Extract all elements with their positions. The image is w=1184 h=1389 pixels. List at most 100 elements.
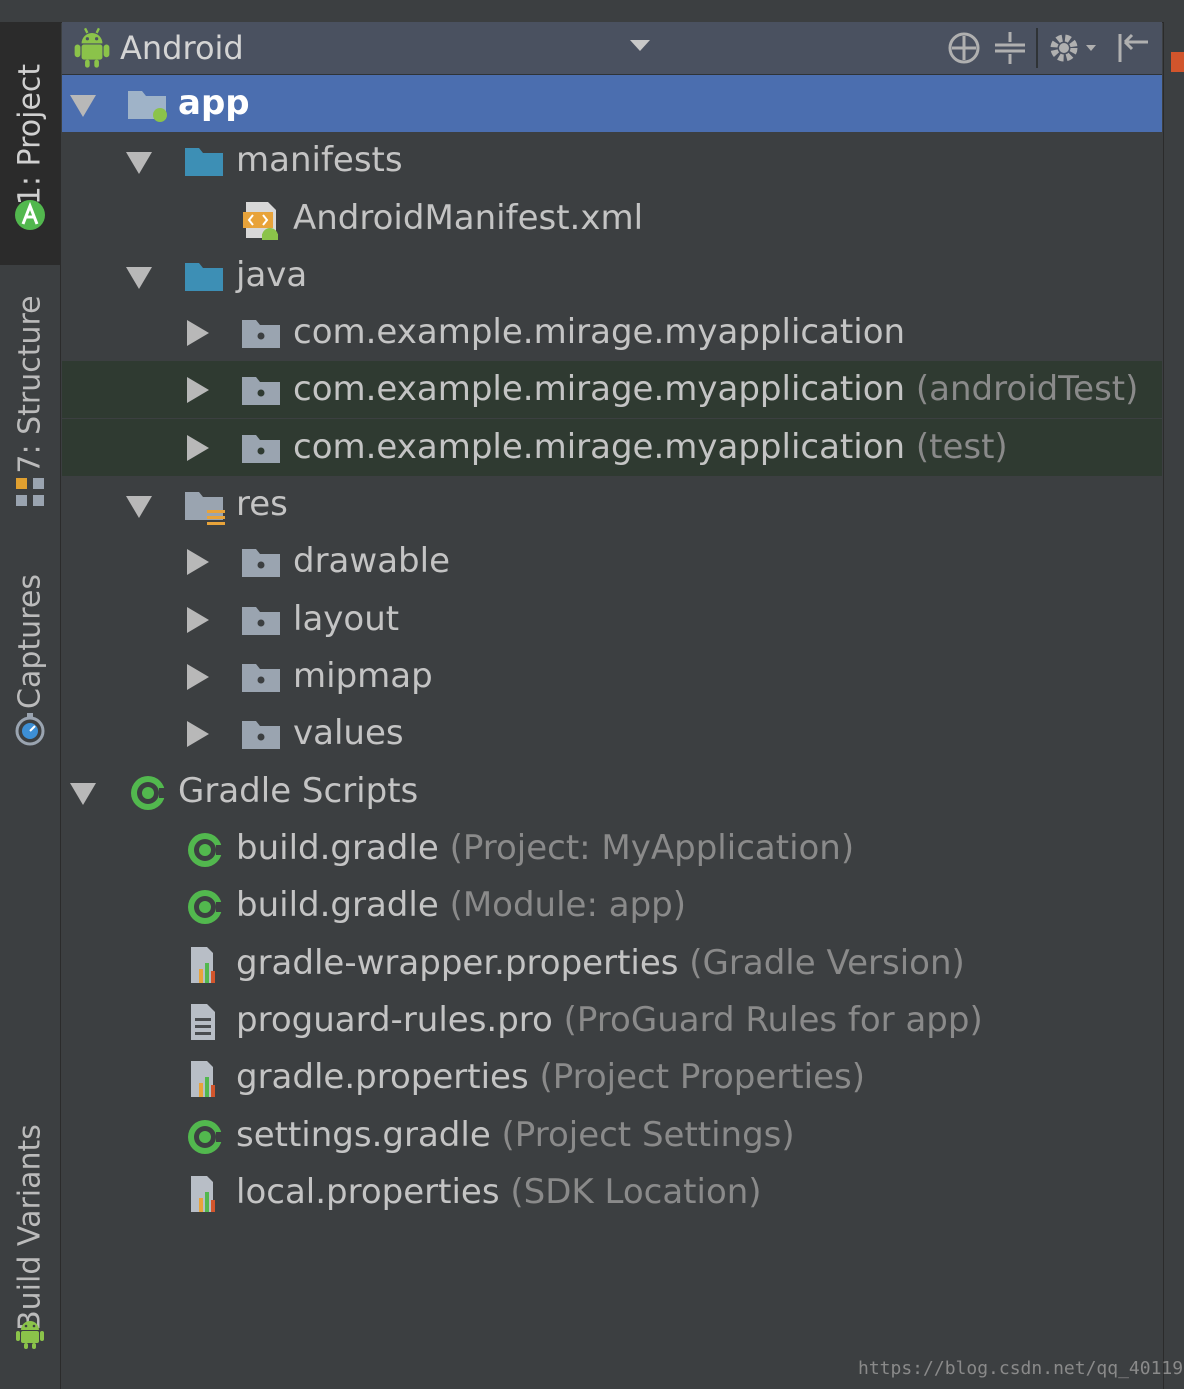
tool-window-sidebar: 1: Project 7: Structure Captures Build V… bbox=[0, 22, 61, 1389]
package-icon bbox=[242, 549, 280, 577]
tree-label: com.example.mirage.myapplication (androi… bbox=[293, 369, 1139, 409]
package-icon bbox=[242, 721, 280, 749]
tree-row-gradle-wrapper-properties[interactable]: gradle-wrapper.properties (Gradle Versio… bbox=[62, 935, 1162, 992]
tree-row-package-androidtest[interactable]: com.example.mirage.myapplication (androi… bbox=[62, 361, 1162, 418]
tree-row-androidmanifest[interactable]: AndroidManifest.xml bbox=[62, 190, 1162, 247]
gradle-icon bbox=[131, 776, 167, 810]
tree-row-app[interactable]: app bbox=[62, 75, 1162, 132]
expand-arrow[interactable] bbox=[183, 304, 209, 361]
tree-hint: (Project Properties) bbox=[539, 1057, 865, 1097]
tab-project-label: 1: Project bbox=[12, 63, 48, 206]
collapse-all-icon[interactable] bbox=[992, 30, 1028, 66]
tree-row-values[interactable]: values bbox=[62, 705, 1162, 762]
captures-icon bbox=[15, 713, 45, 746]
tree-row-manifests[interactable]: manifests bbox=[62, 132, 1162, 189]
tree-row-local-properties[interactable]: local.properties (SDK Location) bbox=[62, 1164, 1162, 1221]
folder-icon bbox=[185, 263, 223, 291]
tree-label: Gradle Scripts bbox=[178, 771, 419, 811]
properties-file-icon bbox=[191, 1176, 215, 1212]
expand-arrow[interactable] bbox=[126, 476, 152, 533]
expand-arrow[interactable] bbox=[183, 648, 209, 705]
tree-label: app bbox=[178, 83, 250, 123]
properties-file-icon bbox=[191, 1061, 215, 1097]
android-studio-icon bbox=[15, 200, 45, 230]
tree-label: layout bbox=[293, 599, 400, 639]
notification-marker bbox=[1171, 52, 1184, 72]
package-icon bbox=[242, 664, 280, 692]
tree-label: AndroidManifest.xml bbox=[293, 198, 644, 238]
resources-folder-icon bbox=[185, 492, 225, 525]
tree-row-gradle-properties[interactable]: gradle.properties (Project Properties) bbox=[62, 1049, 1162, 1106]
tree-row-mipmap[interactable]: mipmap bbox=[62, 648, 1162, 705]
locate-target-icon[interactable] bbox=[946, 30, 982, 66]
tree-label: settings.gradle (Project Settings) bbox=[236, 1115, 795, 1155]
android-robot-icon bbox=[16, 1321, 44, 1349]
tree-hint: (test) bbox=[915, 427, 1008, 467]
tree-label: build.gradle (Module: app) bbox=[236, 885, 687, 925]
top-title-strip bbox=[0, 0, 1184, 23]
expand-arrow[interactable] bbox=[183, 533, 209, 590]
tab-captures-label: Captures bbox=[12, 574, 48, 709]
tab-build-variants[interactable]: Build Variants bbox=[0, 1092, 60, 1382]
tree-row-build-gradle-module[interactable]: build.gradle (Module: app) bbox=[62, 877, 1162, 934]
tree-label: com.example.mirage.myapplication bbox=[293, 312, 906, 352]
tree-label: proguard-rules.pro (ProGuard Rules for a… bbox=[236, 1000, 983, 1040]
tab-captures[interactable]: Captures bbox=[0, 562, 60, 777]
tree-row-res[interactable]: res bbox=[62, 476, 1162, 533]
tree-label: manifests bbox=[236, 140, 403, 180]
tree-label: mipmap bbox=[293, 656, 433, 696]
gradle-icon bbox=[188, 890, 224, 924]
expand-arrow[interactable] bbox=[183, 705, 209, 762]
tree-hint: (Module: app) bbox=[449, 885, 687, 925]
expand-arrow[interactable] bbox=[126, 247, 152, 304]
tab-build-variants-label: Build Variants bbox=[12, 1124, 48, 1331]
tree-row-drawable[interactable]: drawable bbox=[62, 533, 1162, 590]
folder-icon bbox=[185, 148, 223, 176]
module-folder-icon bbox=[128, 91, 167, 122]
tab-structure-label: 7: Structure bbox=[12, 295, 48, 474]
project-panel-header: Android bbox=[62, 22, 1162, 75]
expand-arrow[interactable] bbox=[70, 75, 96, 132]
expand-arrow[interactable] bbox=[183, 591, 209, 648]
chevron-down-icon[interactable] bbox=[630, 40, 650, 51]
tree-label: res bbox=[236, 484, 288, 524]
package-icon bbox=[242, 377, 280, 405]
expand-arrow[interactable] bbox=[70, 763, 96, 820]
tree-label: gradle.properties (Project Properties) bbox=[236, 1057, 865, 1097]
tree-row-java[interactable]: java bbox=[62, 247, 1162, 304]
tree-hint: (Gradle Version) bbox=[689, 943, 965, 983]
package-icon bbox=[242, 435, 280, 463]
hide-panel-icon[interactable] bbox=[1114, 30, 1150, 66]
view-mode-selector[interactable]: Android bbox=[120, 29, 244, 67]
tree-row-package-main[interactable]: com.example.mirage.myapplication bbox=[62, 304, 1162, 361]
tree-hint: (ProGuard Rules for app) bbox=[563, 1000, 983, 1040]
package-icon bbox=[242, 607, 280, 635]
tree-hint: (SDK Location) bbox=[510, 1172, 762, 1212]
gradle-icon bbox=[188, 833, 224, 867]
settings-gear-icon[interactable] bbox=[1046, 30, 1102, 66]
tree-label: values bbox=[293, 713, 404, 753]
tree-row-settings-gradle[interactable]: settings.gradle (Project Settings) bbox=[62, 1107, 1162, 1164]
structure-icon bbox=[16, 478, 44, 506]
tree-hint: (Project: MyApplication) bbox=[449, 828, 855, 868]
tree-hint: (Project Settings) bbox=[501, 1115, 795, 1155]
tree-row-proguard-rules[interactable]: proguard-rules.pro (ProGuard Rules for a… bbox=[62, 992, 1162, 1049]
tree-row-gradle-scripts[interactable]: Gradle Scripts bbox=[62, 763, 1162, 820]
watermark-text: https://blog.csdn.net/qq_40119967 bbox=[858, 1358, 1184, 1379]
tree-row-build-gradle-project[interactable]: build.gradle (Project: MyApplication) bbox=[62, 820, 1162, 877]
expand-arrow[interactable] bbox=[183, 361, 209, 418]
tree-row-package-test[interactable]: com.example.mirage.myapplication (test) bbox=[62, 419, 1162, 476]
expand-arrow[interactable] bbox=[126, 132, 152, 189]
package-icon bbox=[242, 320, 280, 348]
expand-arrow[interactable] bbox=[183, 419, 209, 476]
tree-row-layout[interactable]: layout bbox=[62, 591, 1162, 648]
gradle-icon bbox=[188, 1120, 224, 1154]
tab-structure[interactable]: 7: Structure bbox=[0, 287, 60, 522]
tab-project[interactable]: 1: Project bbox=[0, 22, 60, 265]
right-tool-strip bbox=[1163, 22, 1184, 1389]
tree-label: local.properties (SDK Location) bbox=[236, 1172, 762, 1212]
text-file-icon bbox=[191, 1004, 215, 1040]
tree-label: build.gradle (Project: MyApplication) bbox=[236, 828, 855, 868]
tree-label: java bbox=[236, 255, 308, 295]
manifest-file-icon bbox=[243, 202, 278, 240]
